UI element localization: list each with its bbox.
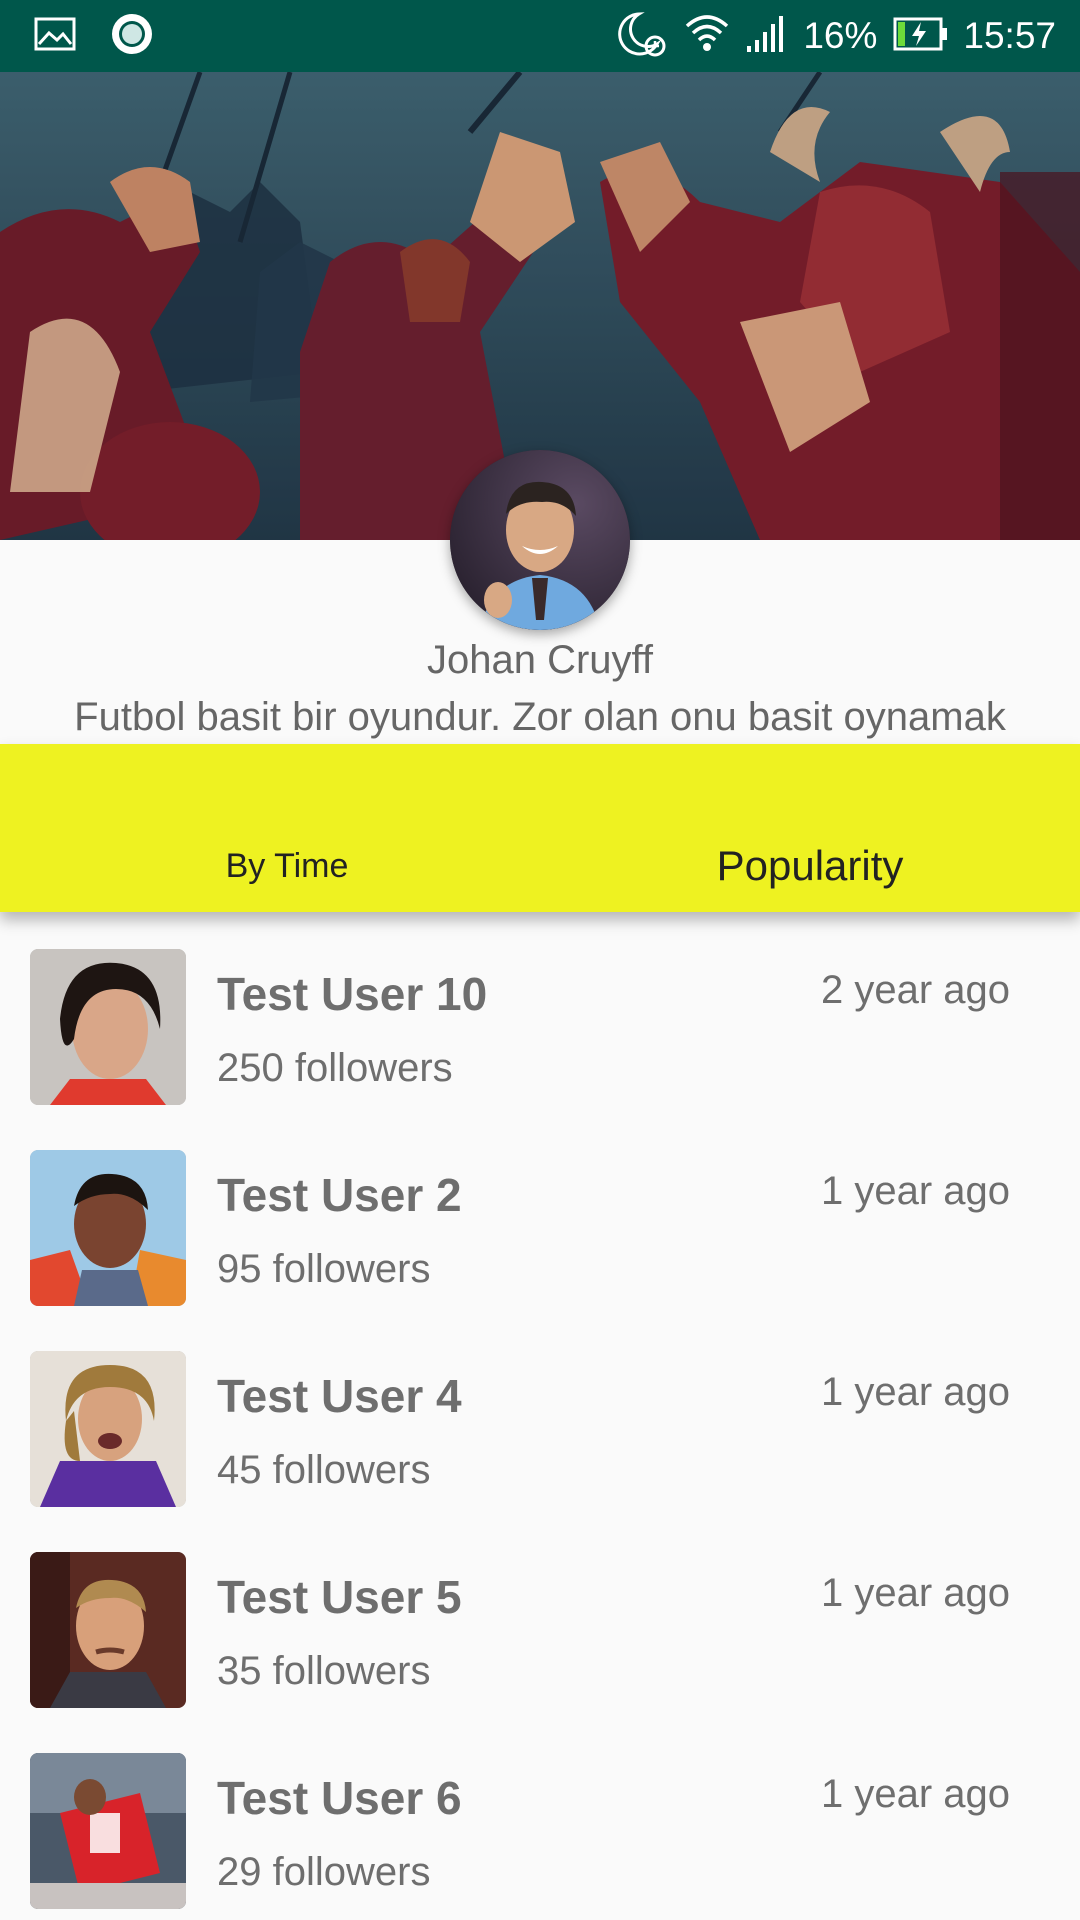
tab-by-time-label: By Time [225,847,349,885]
user-followers: 35 followers [217,1649,431,1693]
user-followers: 45 followers [217,1448,431,1492]
user-name: Test User 6 [217,1772,462,1824]
list-item[interactable]: Test User 5 35 followers 1 year ago [0,1515,1080,1716]
profile-name: Johan Cruyff [426,638,654,682]
tab-popularity-label: Popularity [716,842,904,889]
wifi-icon [683,12,731,61]
status-right-icons: 16% 15:57 [617,10,1056,62]
battery-charging-icon [893,16,949,57]
user-time: 1 year ago [820,1772,1010,1816]
user-avatar [30,1150,186,1306]
user-followers: 95 followers [217,1247,431,1291]
user-time: 1 year ago [820,1169,1010,1213]
user-name: Test User 2 [217,1169,462,1221]
user-name: Test User 5 [217,1571,462,1623]
status-bar: 16% 15:57 [0,0,1080,72]
user-name: Test User 10 [217,968,488,1020]
profile-avatar[interactable] [450,450,630,630]
battery-percent: 16% [803,15,878,56]
image-icon [34,17,76,56]
status-left-icons [34,12,154,61]
list-item[interactable]: Test User 6 29 followers 1 year ago [0,1716,1080,1917]
user-avatar [30,1753,186,1909]
user-name: Test User 4 [217,1370,462,1422]
record-icon [110,12,154,61]
list-item[interactable]: Test User 4 45 followers 1 year ago [0,1314,1080,1515]
sort-tab-bar: By Time Popularity [0,744,1080,912]
tab-popularity[interactable]: Popularity [540,744,1080,912]
list-item[interactable]: Test User 2 95 followers 1 year ago [0,1113,1080,1314]
user-followers: 250 followers [217,1046,453,1090]
clock: 15:57 [963,15,1056,56]
tab-by-time[interactable]: By Time [34,744,540,912]
user-time: 1 year ago [820,1571,1010,1615]
user-avatar [30,1552,186,1708]
user-time: 2 year ago [820,968,1010,1012]
user-time: 1 year ago [820,1370,1010,1414]
user-followers: 29 followers [217,1850,431,1894]
moon-alarm-icon [617,10,669,63]
user-avatar [30,1351,186,1507]
user-list[interactable]: Test User 10 250 followers 2 year ago Te… [0,912,1080,1920]
user-avatar [30,949,186,1105]
profile-bio: Futbol basit bir oyundur. Zor olan onu b… [74,695,1006,739]
list-item[interactable]: Test User 10 250 followers 2 year ago [0,912,1080,1113]
signal-icon [745,14,789,59]
